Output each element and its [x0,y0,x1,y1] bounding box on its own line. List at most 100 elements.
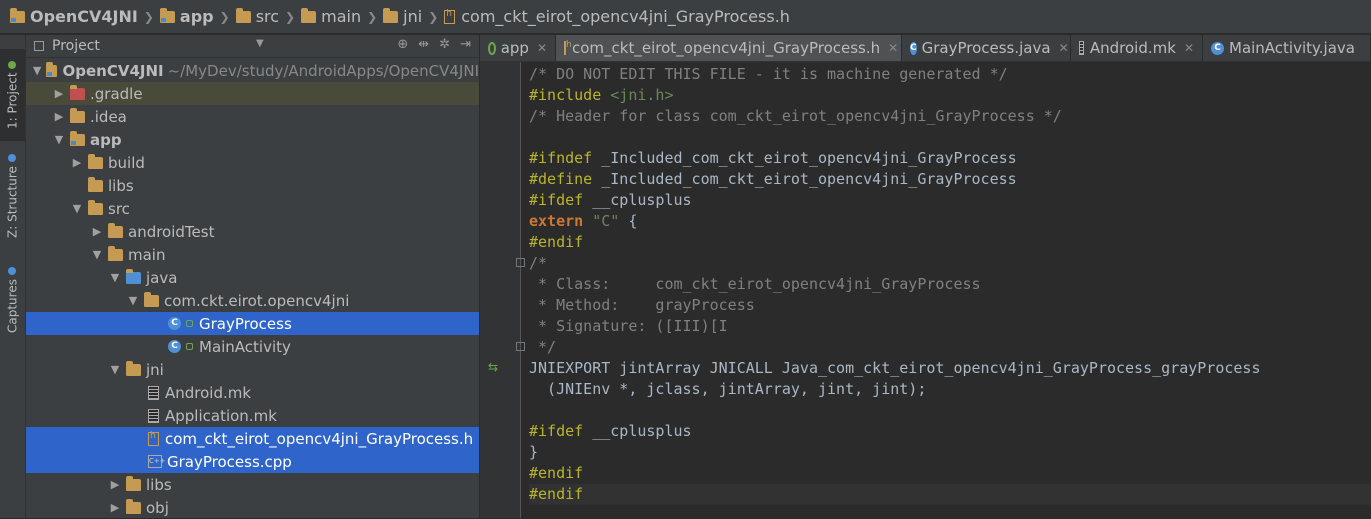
code-token: #define [529,170,602,188]
code-token: } [529,443,539,461]
code-line: #endif [529,463,1371,484]
tree-item-mainactivity[interactable]: C MainActivity [26,335,479,358]
folder-icon [126,475,141,491]
cpp-file-icon: C++ [148,455,166,468]
tree-item-cpp-file[interactable]: C++ GrayProcess.cpp [26,450,479,473]
folder-icon [88,176,103,192]
structure-icon [8,154,17,163]
folder-icon [70,84,85,100]
breadcrumb-item-main[interactable]: main ❯ [301,7,377,26]
tree-item-src[interactable]: ▼ src [26,197,479,220]
gear-icon[interactable]: ✲ [439,37,450,52]
tree-item-jni[interactable]: ▼ jni [26,358,479,381]
breadcrumb-item-app[interactable]: app ❯ [159,7,230,26]
source-folder-icon [126,268,141,284]
close-icon[interactable]: ✕ [888,41,898,55]
expand-arrow-icon[interactable]: ▼ [90,248,104,261]
tree-item-grayprocess[interactable]: C GrayProcess [26,312,479,335]
collapse-all-icon[interactable]: ⇹ [418,37,429,52]
expand-arrow-icon[interactable]: ▶ [70,156,84,169]
code-token: #endif [529,485,584,503]
folder-icon [126,498,141,514]
code-token: #include [529,86,611,104]
code-token: * Class: com_ckt_eirot_opencv4jni_GrayPr… [529,275,981,293]
expand-arrow-icon[interactable]: ▶ [52,87,66,100]
tool-tab-project[interactable]: 1: Project [0,49,25,141]
close-icon[interactable]: ✕ [1059,41,1069,55]
tool-tab-captures[interactable]: Captures [0,263,25,337]
scroll-from-source-icon[interactable]: ⊕ [397,37,408,52]
tree-item-application-mk[interactable]: Application.mk [26,404,479,427]
code-token: #endif [529,233,584,251]
close-icon[interactable]: ✕ [537,41,547,55]
tree-item-gradle[interactable]: ▶ .gradle [26,82,479,105]
chevron-right-icon: ❯ [219,9,230,24]
code-token: #endif [529,464,584,482]
tree-item-obj[interactable]: ▶ obj [26,496,479,519]
expand-arrow-icon[interactable]: ▼ [126,294,140,307]
code-editor[interactable]: /* DO NOT EDIT THIS FILE - it is machine… [529,64,1371,505]
code-line: #ifndef _Included_com_ckt_eirot_opencv4j… [529,148,1371,169]
tab-app[interactable]: app ✕ [480,35,556,61]
breadcrumb-item-jni[interactable]: jni ❯ [383,7,438,26]
folder-icon [10,7,25,23]
expand-arrow-icon[interactable]: ▶ [108,501,122,514]
chevron-down-icon[interactable]: ▼ [256,38,264,49]
tab-android-mk[interactable]: Android.mk ✕ [1071,35,1203,61]
code-line: /* [529,253,1371,274]
tree-item-header-file[interactable]: com_ckt_eirot_opencv4jni_GrayProcess.h [26,427,479,450]
captures-icon [8,267,17,276]
code-line: extern "C" { [529,211,1371,232]
tree-item-android-mk[interactable]: Android.mk [26,381,479,404]
code-token: { [619,212,638,230]
tree-item-java[interactable]: ▼ java [26,266,479,289]
expand-arrow-icon[interactable]: ▶ [108,478,122,491]
project-panel: Project ▼ ⊕ ⇹ ✲ ⇥ ▼ OpenCV4JNI ~/MyDev/stu… [26,35,480,518]
tree-item-libs-2[interactable]: ▶ libs [26,473,479,496]
expand-arrow-icon[interactable]: ▼ [70,202,84,215]
fold-toggle-icon[interactable] [516,258,525,267]
breadcrumb-item-file[interactable]: com_ckt_eirot_opencv4jni_GrayProcess.h [444,7,790,26]
code-line: #ifdef __cplusplus [529,190,1371,211]
folder-icon [70,130,85,146]
code-token: extern [529,212,593,230]
tree-item-app[interactable]: ▼ app [26,128,479,151]
code-line: */ [529,337,1371,358]
expand-arrow-icon[interactable]: ▼ [108,271,122,284]
tree-item-project-root[interactable]: ▼ OpenCV4JNI ~/MyDev/study/AndroidApps/Ope… [26,59,479,82]
folder-icon [235,7,251,23]
fold-toggle-icon[interactable] [516,342,525,351]
folder-icon [126,360,141,376]
tree-item-libs[interactable]: libs [26,174,479,197]
implementation-gutter-icon[interactable]: ⇆ [488,360,498,374]
expand-arrow-icon[interactable]: ▼ [52,133,66,146]
code-token: /* Header for class com_ckt_eirot_opencv… [529,107,1062,125]
class-icon: C [168,340,181,353]
file-icon [148,385,159,400]
expand-arrow-icon[interactable]: ▼ [32,64,42,77]
tree-item-build[interactable]: ▶ build [26,151,479,174]
tool-tab-structure[interactable]: Z: Structure [0,153,25,239]
package-icon [144,291,159,307]
code-token: _Included_com_ckt_eirot_opencv4jni_GrayP… [601,170,1017,188]
close-icon[interactable]: ✕ [1184,41,1194,55]
expand-arrow-icon[interactable]: ▶ [52,110,66,123]
tree-item-androidtest[interactable]: ▶ androidTest [26,220,479,243]
hide-icon[interactable]: ⇥ [460,37,471,52]
tree-item-idea[interactable]: ▶ .idea [26,105,479,128]
code-token: JNIEXPORT jintArray JNICALL Java_com_ckt… [529,359,1261,377]
tab-header-file[interactable]: com_ckt_eirot_opencv4jni_GrayProcess.h✕ [556,35,902,61]
breadcrumb-item-src[interactable]: src ❯ [235,7,295,26]
tab-mainactivity-java[interactable]: C MainActivity.java [1203,35,1371,61]
tree-item-package[interactable]: ▼ com.ckt.eirot.opencv4jni [26,289,479,312]
code-token: __cplusplus [592,422,692,440]
breadcrumb-item-project[interactable]: OpenCV4JNI ❯ [10,7,154,26]
expand-arrow-icon[interactable]: ▶ [90,225,104,238]
code-line: JNIEXPORT jintArray JNICALL Java_com_ckt… [529,358,1371,379]
project-view-selector[interactable]: Project [52,38,100,54]
tab-grayprocess-java[interactable]: C GrayProcess.java ✕ [902,35,1071,61]
tree-item-main[interactable]: ▼ main [26,243,479,266]
tool-window-strip: 1: Project Z: Structure Captures [0,35,26,518]
expand-arrow-icon[interactable]: ▼ [108,363,122,376]
